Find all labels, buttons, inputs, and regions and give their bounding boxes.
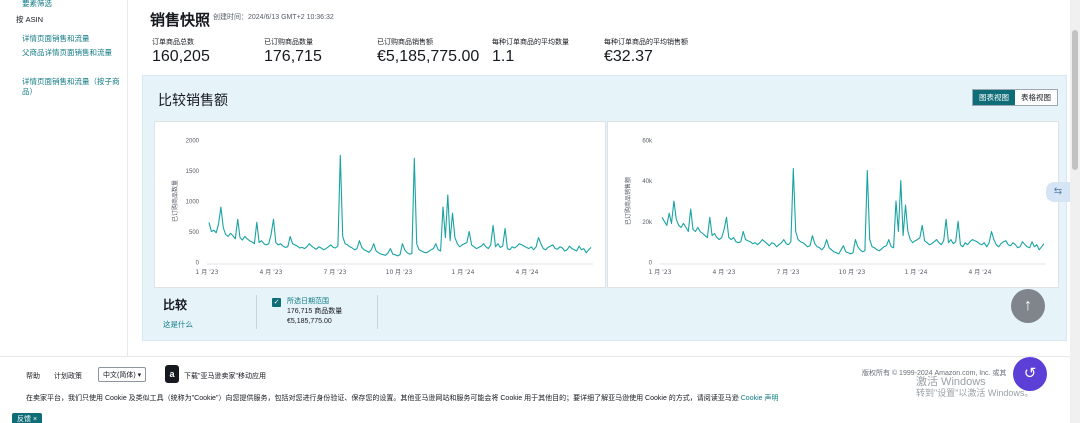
metric-value: 176,715	[264, 48, 322, 65]
chart-view-button[interactable]: 图表视图	[973, 90, 1015, 105]
compare-title: 比较	[163, 298, 188, 312]
compare-section: 比较 这是什么	[163, 296, 193, 330]
units-chart: 0 500 1000 1500 2000 已订购商品数量 1 月 '23 4 月 '23 7 月…	[154, 121, 606, 288]
y-tick-label: 0	[196, 261, 200, 267]
sidebar: 要素筛选 按 ASIN 详情页面销售和流量 父商品详情页面销售和流量 详情页面销…	[0, 0, 128, 356]
x-tick-label: 4 月 '23	[713, 269, 736, 276]
x-tick-label: 7 月 '23	[777, 269, 800, 276]
scroll-to-top-button[interactable]: ↑	[1011, 289, 1045, 323]
view-toggle: 图表视图 表格视图	[972, 89, 1058, 106]
amazon-app-icon[interactable]: a	[165, 365, 179, 383]
sales-chart-svg: 0 20k 40k 60k 已订购商品销售额 1 月 '23 4 月 '23 7 月 '23 1…	[624, 139, 1046, 276]
sidebar-link-detail-page[interactable]: 详情页面销售和流量	[22, 34, 120, 44]
compare-item: ✓ 所选日期范围 176,715 商品数量 €5,185,775.00	[272, 297, 342, 327]
metric-value: 1.1	[492, 48, 515, 65]
y-tick-label: 60k	[642, 139, 653, 145]
side-panel-tab-icon[interactable]: ⇆	[1046, 182, 1070, 202]
sidebar-link-child-detail[interactable]: 详情页面销售和流量（按子商品）	[22, 77, 120, 97]
metric-order-items: 订单商品总数 160,205	[152, 37, 210, 66]
x-tick-label: 1 月 '23	[196, 269, 219, 276]
metric-label: 已订购商品数量	[264, 39, 313, 46]
y-tick-label: 1000	[186, 200, 200, 206]
compare-help-link[interactable]: 这是什么	[163, 319, 193, 330]
language-select[interactable]: 中文(简体) ▾	[98, 367, 147, 382]
x-tick-label: 10 月 '23	[839, 269, 866, 276]
cookie-text: 在卖家平台，我们只使用 Cookie 及类似工具（统称为"Cookie"）向您提…	[26, 395, 739, 402]
cookie-notice: 在卖家平台，我们只使用 Cookie 及类似工具（统称为"Cookie"）向您提…	[26, 393, 778, 403]
y-tick-label: 2000	[186, 139, 200, 145]
y-tick-label: 0	[649, 261, 653, 267]
y-tick-label: 500	[189, 230, 200, 236]
metric-label: 订单商品总数	[152, 39, 194, 46]
cookie-statement-link[interactable]: Cookie 声明	[741, 395, 779, 402]
metric-value: €32.37	[604, 48, 653, 65]
metric-label: 已订购商品销售额	[377, 39, 433, 46]
compare-sales-panel: 比较销售额 图表视图 表格视图 0 500 1000 1500 2000 已订购商品数量 1…	[142, 75, 1067, 341]
sales-chart: 0 20k 40k 60k 已订购商品销售额 1 月 '23 4 月 '23 7 月 '23 1…	[607, 121, 1059, 288]
sidebar-link-filter[interactable]: 要素筛选	[22, 0, 52, 9]
y-tick-label: 1500	[186, 169, 200, 175]
windows-watermark-subtitle: 转到"设置"以激活 Windows。	[916, 388, 1034, 398]
x-tick-label: 10 月 '23	[386, 269, 413, 276]
x-tick-label: 4 月 '23	[260, 269, 283, 276]
y-tick-label: 40k	[642, 179, 653, 185]
compare-item-sales: €5,185,775.00	[287, 318, 332, 325]
divider	[256, 295, 257, 329]
metric-label: 每种订单商品的平均销售额	[604, 39, 688, 46]
page-scrollbar[interactable]	[1070, 0, 1080, 423]
y-axis-label: 已订购商品销售额	[624, 177, 632, 225]
sidebar-link-parent-detail[interactable]: 父商品详情页面销售和流量	[22, 48, 120, 58]
feedback-button[interactable]: 反馈 ×	[12, 413, 43, 423]
series-line	[661, 167, 1045, 255]
table-view-button[interactable]: 表格视图	[1015, 90, 1057, 105]
main-content: 销售快照 创建时间：2024/6/13 GMT+2 10:36:32 订单商品总…	[141, 0, 1067, 346]
footer-policies-link[interactable]: 计划政策	[54, 371, 82, 381]
metric-avg-units: 每种订单商品的平均数量 1.1	[492, 37, 569, 66]
compare-item-units: 176,715 商品数量	[287, 308, 343, 315]
chat-assistant-icon[interactable]: ↺	[1013, 357, 1047, 391]
scrollbar-thumb[interactable]	[1072, 30, 1078, 170]
units-chart-svg: 0 500 1000 1500 2000 已订购商品数量 1 月 '23 4 月 '23 7 月…	[171, 139, 593, 276]
metric-value: €5,185,775.00	[377, 48, 480, 65]
x-tick-label: 4 月 '24	[969, 269, 992, 276]
x-tick-label: 7 月 '23	[324, 269, 347, 276]
metric-avg-sales: 每种订单商品的平均销售额 €32.37	[604, 37, 688, 66]
panel-title: 比较销售额	[158, 92, 228, 108]
created-timestamp: 创建时间：2024/6/13 GMT+2 10:36:32	[213, 14, 334, 21]
divider	[377, 295, 378, 329]
x-tick-label: 1 月 '23	[649, 269, 672, 276]
footer: 帮助 计划政策 中文(简体) ▾ a 下载"亚马逊卖家"移动应用 版权所有 © …	[0, 356, 1070, 423]
sidebar-section-asin: 按 ASIN	[16, 15, 44, 24]
footer-help-link[interactable]: 帮助	[26, 371, 40, 381]
series-line	[208, 154, 592, 257]
x-tick-label: 4 月 '24	[516, 269, 539, 276]
y-tick-label: 20k	[642, 220, 653, 226]
metric-sales: 已订购商品销售额 €5,185,775.00	[377, 37, 479, 66]
compare-checkbox[interactable]: ✓	[272, 298, 281, 307]
page-title: 销售快照	[150, 12, 211, 29]
metric-units-ordered: 已订购商品数量 176,715	[264, 37, 322, 66]
metric-label: 每种订单商品的平均数量	[492, 39, 569, 46]
x-tick-label: 1 月 '24	[452, 269, 475, 276]
metric-value: 160,205	[152, 48, 210, 65]
app-download-link[interactable]: 下载"亚马逊卖家"移动应用	[184, 371, 266, 381]
x-tick-label: 1 月 '24	[905, 269, 928, 276]
y-axis-label: 已订购商品数量	[171, 180, 179, 222]
compare-item-name: 所选日期范围	[287, 298, 329, 305]
